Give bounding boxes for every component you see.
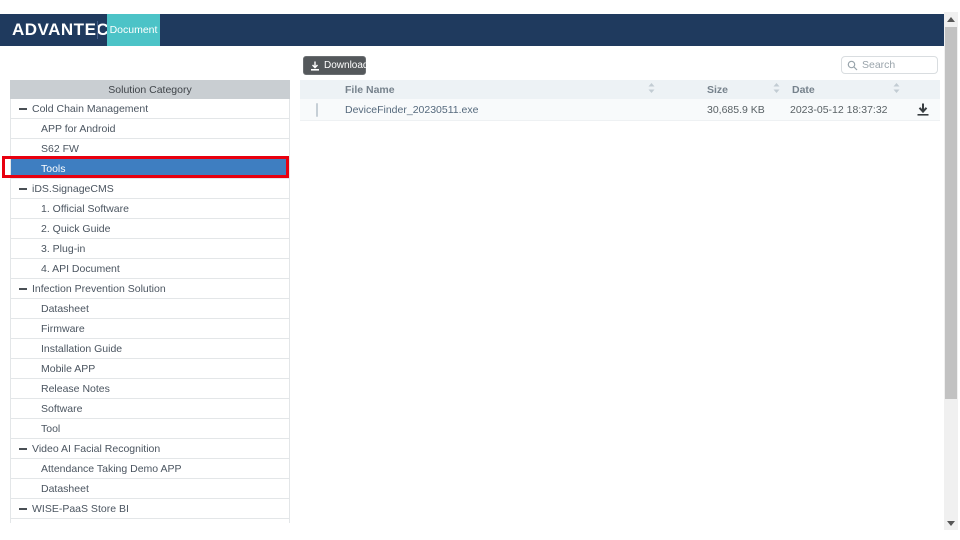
sidebar-item-label: Infection Prevention Solution xyxy=(32,283,166,295)
file-size: 30,685.9 KB xyxy=(700,104,785,116)
file-table: File Name Size Date xyxy=(300,80,940,121)
sidebar-item-s62-fw[interactable]: S62 FW xyxy=(11,139,289,159)
download-button[interactable]: Download xyxy=(303,56,366,75)
search-input[interactable] xyxy=(862,59,932,71)
solution-category-list: Cold Chain Management APP for Android S62 … xyxy=(10,99,290,523)
vertical-scrollbar[interactable] xyxy=(944,12,958,530)
nav-divider xyxy=(97,21,98,39)
table-row: DeviceFinder_20230511.exe30,685.9 KB2023… xyxy=(300,99,940,121)
sidebar-item-video-ai-facial-recognition[interactable]: Video AI Facial Recognition xyxy=(11,439,289,459)
search-icon xyxy=(847,60,858,71)
scrollbar-thumb[interactable] xyxy=(945,27,957,399)
sidebar-item-cold-chain-management[interactable]: Cold Chain Management xyxy=(11,99,289,119)
sort-icon[interactable] xyxy=(773,83,780,96)
column-header-file-name[interactable]: File Name xyxy=(340,83,700,96)
sidebar-item-label: Tool xyxy=(41,423,60,435)
scroll-down-button[interactable] xyxy=(944,516,958,530)
file-table-body: DeviceFinder_20230511.exe30,685.9 KB2023… xyxy=(300,99,940,121)
sidebar-item-firmware[interactable]: Firmware xyxy=(11,319,289,339)
sidebar-item-label: Video AI Facial Recognition xyxy=(32,443,160,455)
file-name-link[interactable]: DeviceFinder_20230511.exe xyxy=(340,104,700,116)
column-label-date: Date xyxy=(792,84,815,96)
sidebar-item-wise-paas-store-bi[interactable]: WISE-PaaS Store BI xyxy=(11,499,289,519)
sidebar-item-label: Release Notes xyxy=(41,383,110,395)
sort-icon[interactable] xyxy=(893,83,900,96)
tab-document[interactable]: Document xyxy=(107,14,160,46)
scroll-up-button[interactable] xyxy=(944,12,958,26)
sidebar-item-label: Attendance Taking Demo APP xyxy=(41,463,181,475)
arrow-down-icon xyxy=(947,521,955,526)
sidebar-item-infection-prevention-solution[interactable]: Infection Prevention Solution xyxy=(11,279,289,299)
sidebar-item-1-official-software[interactable]: 1. Official Software xyxy=(11,199,289,219)
sidebar-item-installation-guide[interactable]: Installation Guide xyxy=(11,339,289,359)
sidebar-item-label: Firmware xyxy=(41,323,85,335)
row-download-button[interactable] xyxy=(905,103,940,116)
column-label-file-name: File Name xyxy=(345,84,395,96)
arrow-up-icon xyxy=(947,17,955,22)
sidebar-item-label: Installation Guide xyxy=(41,343,122,355)
top-navbar: ADVANTECH Document xyxy=(0,14,944,46)
sidebar-item-label: Datasheet xyxy=(41,483,89,495)
sidebar-item-4-api-document[interactable]: 4. API Document xyxy=(11,259,289,279)
solution-category-header: Solution Category xyxy=(10,80,290,99)
sidebar-item-label: Datasheet xyxy=(41,303,89,315)
collapse-minus-icon[interactable] xyxy=(19,188,27,190)
download-icon xyxy=(916,103,930,116)
sidebar-item-datasheet[interactable]: Datasheet xyxy=(11,299,289,319)
sidebar-item-label: Cold Chain Management xyxy=(32,103,148,115)
collapse-minus-icon[interactable] xyxy=(19,108,27,110)
sidebar-item-tool[interactable]: Tool xyxy=(11,419,289,439)
sidebar-item-datasheet[interactable]: Datasheet xyxy=(11,479,289,499)
row-checkbox[interactable] xyxy=(316,103,318,117)
download-button-label: Download xyxy=(324,60,368,71)
sidebar-item-mobile-app[interactable]: Mobile APP xyxy=(11,359,289,379)
sidebar-item-label: iDS.SignageCMS xyxy=(32,183,114,195)
sidebar-item-2-quick-guide[interactable]: 2. Quick Guide xyxy=(11,219,289,239)
file-table-header: File Name Size Date xyxy=(300,80,940,99)
file-date: 2023-05-12 18:37:32 xyxy=(785,104,905,116)
sidebar-item-app-for-android[interactable]: APP for Android xyxy=(11,119,289,139)
sidebar-item-label: 1. Official Software xyxy=(41,203,129,215)
sidebar-item-tools[interactable]: Tools xyxy=(11,159,289,179)
search-box[interactable] xyxy=(841,56,938,74)
advantech-logo: ADVANTECH xyxy=(12,20,122,40)
sidebar-item-3-plug-in[interactable]: 3. Plug-in xyxy=(11,239,289,259)
sidebar-item-label: WISE-PaaS Store BI xyxy=(32,503,129,515)
sidebar-item-attendance-taking-demo-app[interactable]: Attendance Taking Demo APP xyxy=(11,459,289,479)
download-icon xyxy=(310,61,320,71)
collapse-minus-icon[interactable] xyxy=(19,448,27,450)
sort-icon[interactable] xyxy=(648,83,655,96)
sidebar-item-release-notes[interactable]: Release Notes xyxy=(11,379,289,399)
sidebar-item-software[interactable]: Software xyxy=(11,399,289,419)
sidebar-item-label: S62 FW xyxy=(41,143,79,155)
sidebar-item-label: 2. Quick Guide xyxy=(41,223,110,235)
column-header-date[interactable]: Date xyxy=(785,83,905,96)
sidebar-item-label: Mobile APP xyxy=(41,363,95,375)
sidebar-item-label: APP for Android xyxy=(41,123,116,135)
sidebar-item-ids-signagecms[interactable]: iDS.SignageCMS xyxy=(11,179,289,199)
sidebar-item-label: Tools xyxy=(41,163,66,175)
sidebar-item-label: Software xyxy=(41,403,82,415)
column-label-size: Size xyxy=(707,84,728,96)
sidebar-item-label: 4. API Document xyxy=(41,263,120,275)
collapse-minus-icon[interactable] xyxy=(19,508,27,510)
column-header-size[interactable]: Size xyxy=(700,83,785,96)
sidebar-item-label: 3. Plug-in xyxy=(41,243,85,255)
collapse-minus-icon[interactable] xyxy=(19,288,27,290)
